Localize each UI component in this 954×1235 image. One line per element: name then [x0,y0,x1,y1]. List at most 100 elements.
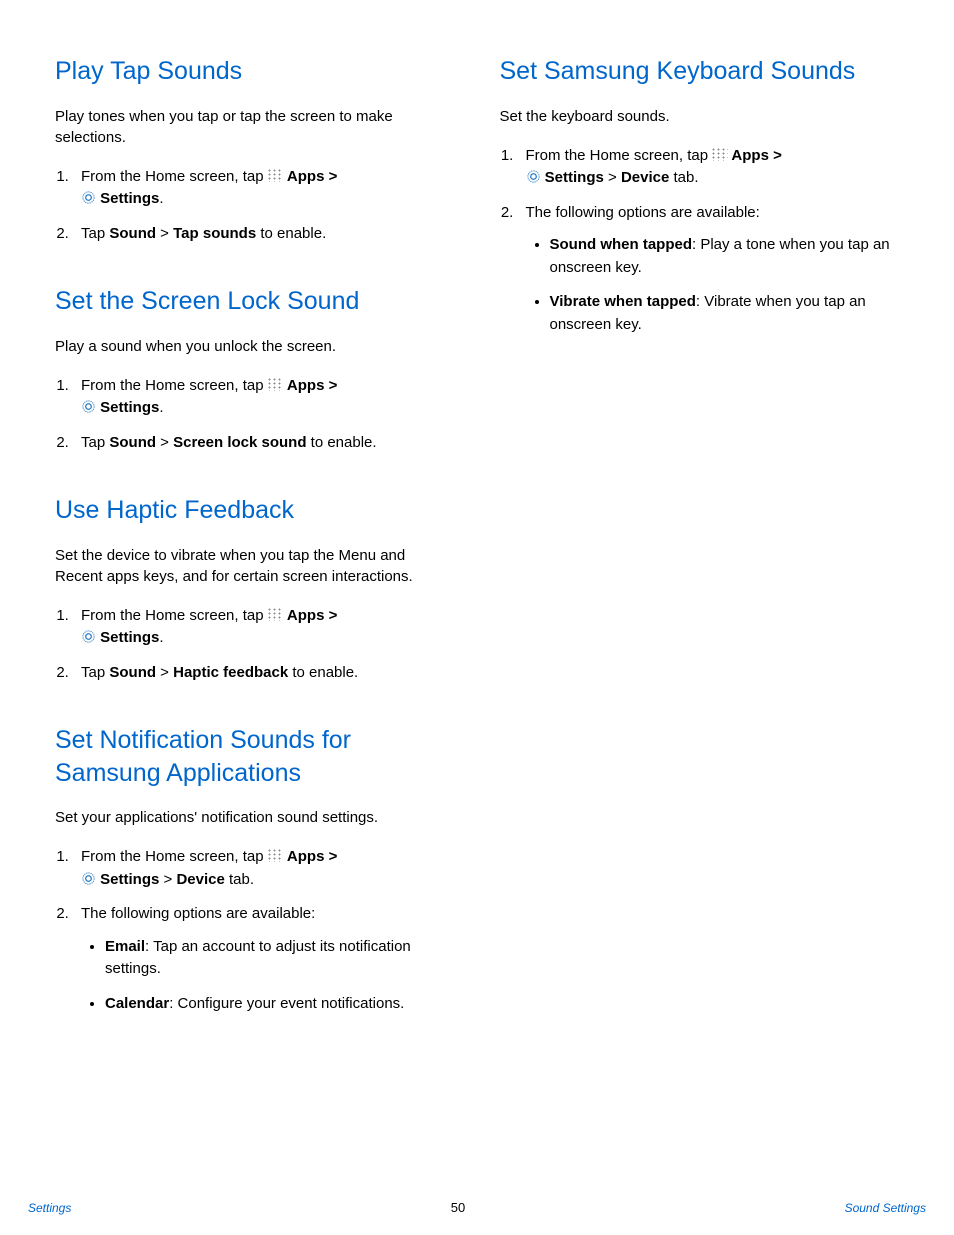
settings-icon [81,190,96,205]
bold: Sound [109,225,156,242]
gt: > [769,147,782,164]
apps-label: Apps [287,848,325,865]
footer-right: Sound Settings [845,1201,926,1215]
period: . [159,190,163,207]
left-column: Play Tap Sounds Play tones when you tap … [55,55,455,1055]
apps-icon [712,148,727,161]
settings-icon [81,399,96,414]
settings-label: Settings [100,399,159,416]
settings-icon [81,871,96,886]
steps-list: From the Home screen, tap Apps > Setting… [55,375,455,455]
page-content: Play Tap Sounds Play tones when you tap … [0,0,954,1055]
apps-label: Apps [731,147,769,164]
bold: Haptic feedback [173,664,288,681]
footer-left: Settings [28,1201,71,1215]
period: . [159,399,163,416]
step-item: Tap Sound > Haptic feedback to enable. [73,662,455,685]
bold: Tap sounds [173,225,256,242]
page-footer: Settings 50 Sound Settings [0,1200,954,1215]
bullet-item: Email: Tap an account to adjust its noti… [105,936,455,981]
section-heading-keyboard-sounds: Set Samsung Keyboard Sounds [500,55,900,88]
step-item: Tap Sound > Tap sounds to enable. [73,223,455,246]
gt: > [604,169,621,186]
bold: Sound when tapped [550,236,693,253]
gt: > [156,434,173,451]
gt: > [159,871,176,888]
step-item: The following options are available: Ema… [73,903,455,1015]
text: to enable. [256,225,326,242]
intro-text: Play a sound when you unlock the screen. [55,336,455,357]
gt: > [324,607,337,624]
bullet-list: Sound when tapped: Play a tone when you … [526,234,900,336]
step-item: From the Home screen, tap Apps > Setting… [73,846,455,891]
text: : Configure your event notifications. [169,995,404,1012]
step-text: From the Home screen, tap [81,168,268,185]
step-item: Tap Sound > Screen lock sound to enable. [73,432,455,455]
apps-label: Apps [287,377,325,394]
settings-icon [526,169,541,184]
bullet-item: Sound when tapped: Play a tone when you … [550,234,900,279]
steps-list: From the Home screen, tap Apps > Setting… [55,166,455,246]
apps-label: Apps [287,607,325,624]
settings-icon [81,629,96,644]
apps-icon [268,608,283,621]
intro-text: Play tones when you tap or tap the scree… [55,106,455,148]
section-heading-screen-lock-sound: Set the Screen Lock Sound [55,285,455,318]
bold: Email [105,938,145,955]
text: to enable. [288,664,358,681]
steps-list: From the Home screen, tap Apps > Setting… [55,605,455,685]
period: . [159,629,163,646]
step-text: The following options are available: [526,204,760,221]
step-text: From the Home screen, tap [81,607,268,624]
step-item: From the Home screen, tap Apps > Setting… [73,166,455,211]
intro-text: Set the device to vibrate when you tap t… [55,545,455,587]
apps-label: Apps [287,168,325,185]
bullet-list: Email: Tap an account to adjust its noti… [81,936,455,1016]
section-heading-haptic-feedback: Use Haptic Feedback [55,494,455,527]
bullet-item: Calendar: Configure your event notificat… [105,993,455,1016]
settings-label: Settings [100,871,159,888]
settings-label: Settings [100,629,159,646]
bold: Sound [109,434,156,451]
gt: > [324,168,337,185]
bold: Sound [109,664,156,681]
device-label: Device [176,871,224,888]
steps-list: From the Home screen, tap Apps > Setting… [55,846,455,1015]
gt: > [324,377,337,394]
gt: > [156,664,173,681]
page-number: 50 [451,1200,465,1215]
step-text: From the Home screen, tap [526,147,713,164]
text: : Tap an account to adjust its notificat… [105,938,411,978]
section-heading-notification-sounds: Set Notification Sounds for Samsung Appl… [55,724,455,789]
text: tab. [225,871,254,888]
gt: > [156,225,173,242]
apps-icon [268,169,283,182]
intro-text: Set the keyboard sounds. [500,106,900,127]
text: to enable. [307,434,377,451]
right-column: Set Samsung Keyboard Sounds Set the keyb… [500,55,900,1055]
bold: Vibrate when tapped [550,293,696,310]
apps-icon [268,378,283,391]
section-heading-play-tap-sounds: Play Tap Sounds [55,55,455,88]
steps-list: From the Home screen, tap Apps > Setting… [500,145,900,337]
step-text: Tap [81,225,109,242]
apps-icon [268,849,283,862]
intro-text: Set your applications' notification soun… [55,807,455,828]
step-text: Tap [81,664,109,681]
step-text: From the Home screen, tap [81,848,268,865]
text: tab. [669,169,698,186]
step-item: From the Home screen, tap Apps > Setting… [518,145,900,190]
step-item: The following options are available: Sou… [518,202,900,337]
settings-label: Settings [545,169,604,186]
step-item: From the Home screen, tap Apps > Setting… [73,375,455,420]
step-text: Tap [81,434,109,451]
gt: > [324,848,337,865]
bullet-item: Vibrate when tapped: Vibrate when you ta… [550,291,900,336]
bold: Screen lock sound [173,434,306,451]
device-label: Device [621,169,669,186]
step-text: The following options are available: [81,905,315,922]
settings-label: Settings [100,190,159,207]
bold: Calendar [105,995,169,1012]
step-item: From the Home screen, tap Apps > Setting… [73,605,455,650]
step-text: From the Home screen, tap [81,377,268,394]
